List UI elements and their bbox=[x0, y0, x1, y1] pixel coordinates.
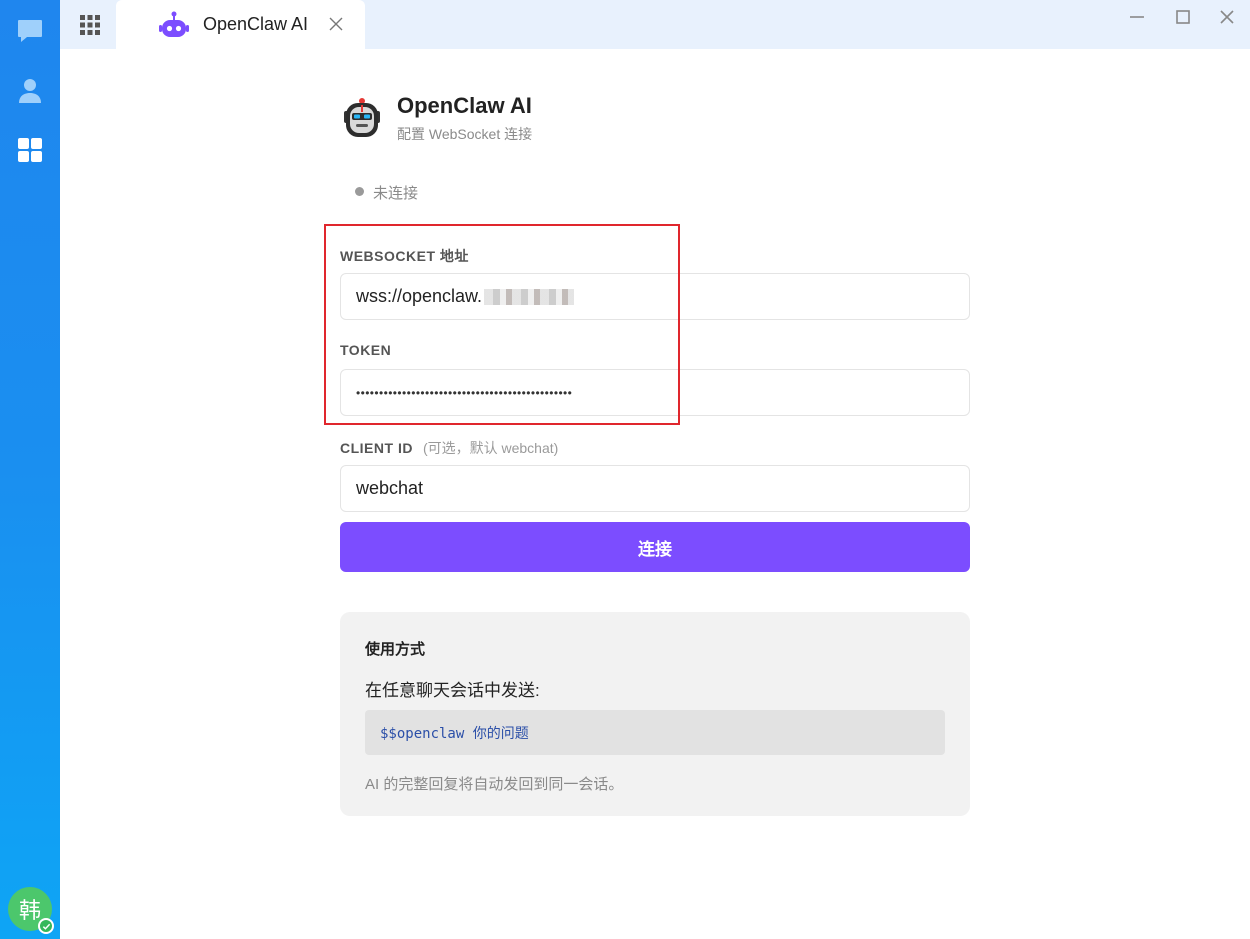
grid-menu-icon[interactable] bbox=[78, 13, 102, 37]
redacted-mask bbox=[484, 288, 575, 305]
page-title: OpenClaw AI bbox=[397, 93, 532, 118]
token-input[interactable]: ••••••••••••••••••••••••••••••••••••••••… bbox=[340, 369, 970, 416]
close-icon[interactable] bbox=[326, 14, 346, 34]
robot-icon bbox=[159, 11, 189, 44]
tab-openclaw[interactable]: OpenClaw AI bbox=[116, 0, 365, 49]
client-id-hint: (可选，默认 webchat) bbox=[422, 440, 559, 456]
page-subtitle: 配置 WebSocket 连接 bbox=[397, 126, 533, 142]
client-id-input[interactable]: webchat bbox=[340, 465, 970, 512]
tab-title: OpenClaw AI bbox=[203, 14, 309, 34]
check-icon bbox=[38, 918, 54, 934]
openclaw-robot-logo bbox=[340, 97, 384, 141]
usage-code: $$openclaw 你的问题 bbox=[365, 710, 945, 755]
usage-title: 使用方式 bbox=[365, 641, 426, 658]
tab-bar: OpenClaw AI bbox=[60, 0, 1250, 49]
avatar[interactable]: 韩 bbox=[8, 887, 54, 934]
avatar-text: 韩 bbox=[18, 899, 41, 924]
token-label: TOKEN bbox=[340, 342, 392, 358]
token-value: ••••••••••••••••••••••••••••••••••••••••… bbox=[356, 385, 573, 400]
websocket-url-value: wss://openclaw. bbox=[356, 286, 483, 306]
maximize-icon[interactable] bbox=[1172, 6, 1194, 28]
websocket-label: WEBSOCKET 地址 bbox=[340, 248, 469, 264]
chat-icon[interactable] bbox=[15, 15, 45, 45]
usage-description: 在任意聊天会话中发送: bbox=[365, 681, 540, 700]
connection-status: 未连接 bbox=[373, 185, 419, 202]
minimize-icon[interactable] bbox=[1126, 6, 1148, 28]
left-rail: 韩 bbox=[0, 0, 60, 939]
apps-icon[interactable] bbox=[15, 135, 45, 165]
client-id-label: CLIENT ID (可选，默认 webchat) bbox=[340, 438, 558, 458]
window-close-icon[interactable] bbox=[1216, 6, 1238, 28]
contacts-icon[interactable] bbox=[15, 75, 45, 105]
status-dot-icon bbox=[355, 187, 364, 196]
client-id-label-text: CLIENT ID bbox=[340, 440, 413, 456]
websocket-url-input[interactable]: wss://openclaw. bbox=[340, 273, 970, 320]
usage-card: 使用方式 在任意聊天会话中发送: $$openclaw 你的问题 AI 的完整回… bbox=[340, 612, 970, 816]
connect-button[interactable]: 连接 bbox=[340, 522, 970, 572]
usage-note: AI 的完整回复将自动发回到同一会话。 bbox=[365, 776, 624, 793]
client-id-value: webchat bbox=[356, 478, 424, 498]
